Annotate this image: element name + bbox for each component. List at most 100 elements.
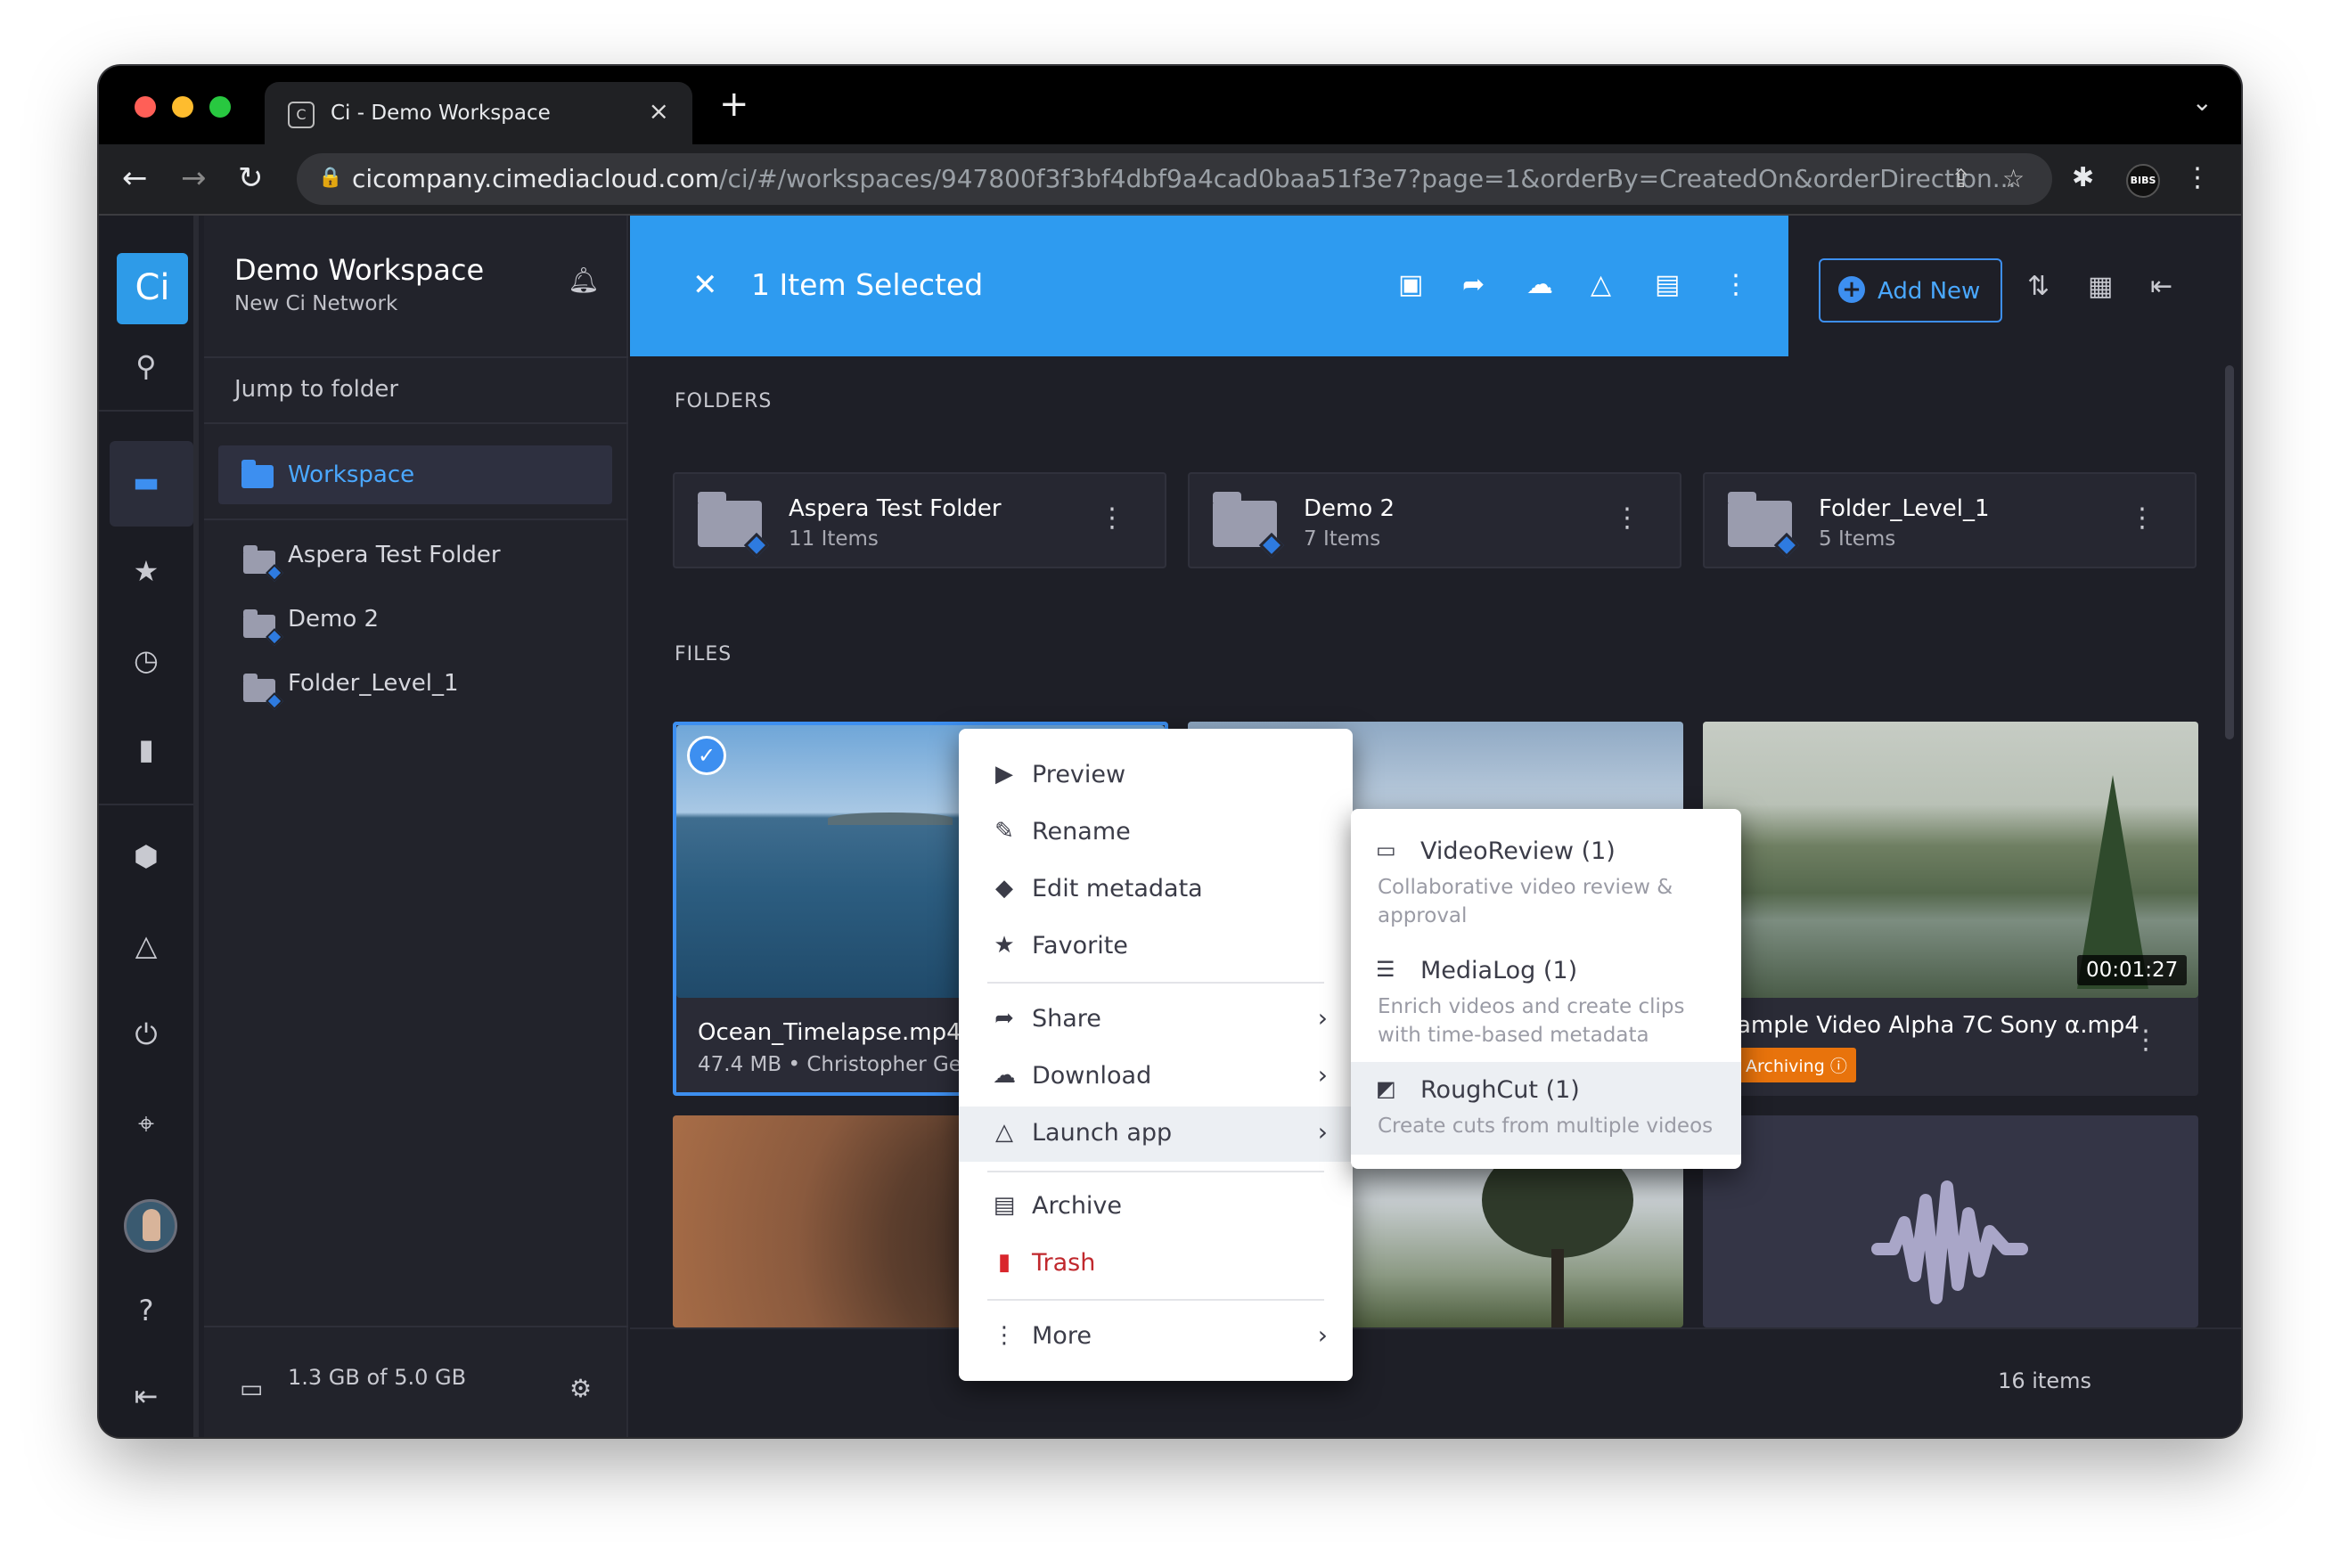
audio-thumbnail[interactable] (1703, 1115, 2198, 1327)
folder-card-demo2[interactable]: Demo 2 7 Items ⋮ (1188, 472, 1681, 568)
search-icon[interactable]: ⚲ (99, 349, 193, 383)
minimize-window-button[interactable] (172, 96, 193, 118)
menu-item-archive[interactable]: ▤ Archive (959, 1180, 1353, 1235)
folder-icon (243, 609, 283, 646)
share-icon[interactable]: ⇪ (1951, 164, 1971, 193)
file-meta: 47.4 MB • Christopher Gen (698, 1053, 975, 1076)
medialog-list-icon: ☰ (1376, 957, 1395, 982)
sidebar-divider (204, 422, 628, 424)
info-icon: ⓘ (1829, 1057, 1847, 1076)
tag-icon: ◆ (995, 875, 1013, 902)
image-icon[interactable]: ▣ (1398, 269, 1423, 300)
plus-icon: + (1838, 276, 1865, 303)
folder-name: Folder_Level_1 (1819, 495, 1990, 522)
nav-rail: Ci ⚲ ▬ ★ ◷ ▮ ⬢ △ ⏻ ⌖ ? ⇤ (99, 216, 199, 1437)
crosshair-icon[interactable]: ⌖ (99, 1107, 193, 1141)
menu-item-rename[interactable]: ✎ Rename (959, 805, 1353, 861)
clock-icon[interactable]: ◷ (99, 643, 193, 677)
launch-app-icon[interactable]: △ (1591, 269, 1611, 300)
ci-logo[interactable]: Ci (117, 253, 188, 324)
menu-item-trash[interactable]: ▮ Trash (959, 1237, 1353, 1292)
collapse-rail-icon[interactable]: ⇤ (99, 1379, 193, 1413)
new-tab-icon[interactable]: + (719, 84, 749, 125)
download-circle-icon[interactable]: ⏻ (99, 1017, 193, 1052)
content-footer: 16 items (630, 1327, 2241, 1437)
menu-item-more[interactable]: ⋮ More › (959, 1310, 1353, 1365)
chevron-down-icon[interactable]: ⌄ (2192, 87, 2213, 117)
forward-arrow-icon[interactable]: → (181, 160, 207, 196)
collapse-panel-icon[interactable]: ⇤ (2150, 271, 2172, 302)
browser-menu-icon[interactable]: ⋮ (2184, 162, 2211, 193)
menu-divider (987, 982, 1324, 984)
menu-item-launch-app[interactable]: △ Launch app › (959, 1107, 1353, 1162)
more-vertical-icon[interactable]: ⋮ (2132, 1025, 2159, 1056)
pencil-icon: ✎ (994, 818, 1014, 845)
menu-item-edit-metadata[interactable]: ◆ Edit metadata (959, 862, 1353, 918)
app-medialog[interactable]: ☰ MediaLog (1) Enrich videos and create … (1351, 946, 1741, 1058)
file-card-sony[interactable]: 00:01:27 ample Video Alpha 7C Sony α.mp4… (1703, 722, 2198, 1096)
sidebar-folder-level1[interactable]: Folder_Level_1 (288, 670, 459, 697)
back-arrow-icon[interactable]: ← (122, 160, 148, 196)
gear-icon[interactable]: ⚙ (569, 1374, 592, 1403)
sidebar-folder-aspera[interactable]: Aspera Test Folder (288, 542, 501, 568)
close-selection-icon[interactable]: ✕ (692, 267, 718, 303)
more-vertical-icon[interactable]: ⋮ (2129, 502, 2156, 534)
scrollbar[interactable] (2225, 365, 2234, 739)
cloud-download-icon[interactable]: ☁ (1526, 269, 1553, 300)
item-count: 16 items (1998, 1368, 2091, 1393)
apps-triangle-icon[interactable]: △ (99, 928, 193, 962)
folder-count: 11 Items (789, 527, 879, 551)
video-review-icon: ▭ (1376, 837, 1396, 862)
trash-icon[interactable]: ▮ (99, 732, 193, 766)
cloud-download-icon: ☁ (993, 1062, 1016, 1089)
user-avatar[interactable] (124, 1199, 177, 1253)
folder-card-level1[interactable]: Folder_Level_1 5 Items ⋮ (1703, 472, 2197, 568)
more-vertical-icon[interactable]: ⋮ (1614, 502, 1640, 534)
menu-divider (987, 1299, 1324, 1301)
sidebar-folder-demo2[interactable]: Demo 2 (288, 606, 379, 633)
video-duration: 00:01:27 (2077, 955, 2188, 985)
app-videoreview[interactable]: ▭ VideoReview (1) Collaborative video re… (1351, 827, 1741, 939)
folder-card-aspera[interactable]: Aspera Test Folder 11 Items ⋮ (673, 472, 1166, 568)
folder-icon[interactable]: ▬ (99, 465, 193, 499)
share-arrow-icon: ➦ (994, 1005, 1014, 1032)
menu-item-preview[interactable]: ▶ Preview (959, 748, 1353, 804)
close-window-button[interactable] (135, 96, 156, 118)
help-icon[interactable]: ? (99, 1294, 193, 1327)
selected-checkmark-icon[interactable]: ✓ (687, 736, 726, 775)
folder-name: Aspera Test Folder (789, 495, 1002, 522)
url-bar[interactable]: 🔒 cicompany.cimediacloud.com/ci/#/worksp… (297, 153, 2052, 205)
sidebar-item-workspace[interactable]: Workspace (218, 445, 612, 504)
profile-avatar[interactable]: BIBS (2126, 164, 2160, 198)
share-arrow-icon[interactable]: ➦ (1462, 269, 1485, 300)
archive-icon[interactable]: ▤ (1655, 269, 1680, 300)
bell-icon[interactable]: 🔔︎ (568, 265, 600, 295)
lock-icon: 🔒 (318, 167, 343, 189)
menu-item-download[interactable]: ☁ Download › (959, 1049, 1353, 1105)
reload-icon[interactable]: ↻ (238, 160, 264, 196)
tab-strip: C Ci - Demo Workspace × + ⌄ (99, 66, 2241, 144)
close-tab-icon[interactable]: × (649, 96, 669, 126)
network-name: New Ci Network (234, 292, 398, 315)
jump-to-folder[interactable]: Jump to folder (234, 376, 398, 403)
star-icon[interactable]: ★ (99, 554, 193, 588)
sidebar-divider (204, 1326, 628, 1327)
menu-item-share[interactable]: ➦ Share › (959, 992, 1353, 1048)
more-vertical-icon[interactable]: ⋮ (1099, 502, 1125, 534)
menu-item-favorite[interactable]: ★ Favorite (959, 919, 1353, 975)
cube-icon[interactable]: ⬢ (99, 839, 193, 873)
app-roughcut[interactable]: ◩ RoughCut (1) Create cuts from multiple… (1351, 1062, 1741, 1155)
star-bookmark-icon[interactable]: ☆ (2002, 164, 2025, 193)
selection-toolbar: ✕ 1 Item Selected ▣ ➦ ☁ △ ▤ ⋮ (630, 216, 1788, 356)
more-vertical-icon[interactable]: ⋮ (1722, 269, 1749, 300)
sort-icon[interactable]: ⇅ (2027, 271, 2050, 302)
extensions-puzzle-icon[interactable]: ✱ (2072, 162, 2094, 193)
address-bar-row: ← → ↻ 🔒 cicompany.cimediacloud.com/ci/#/… (99, 144, 2241, 216)
maximize-window-button[interactable] (209, 96, 231, 118)
browser-tab[interactable]: C Ci - Demo Workspace × (265, 82, 692, 144)
audio-waveform-icon (1871, 1180, 2028, 1304)
chevron-right-icon: › (1317, 1320, 1328, 1350)
grid-view-icon[interactable]: ▦ (2088, 271, 2113, 302)
rail-divider (99, 410, 193, 412)
add-new-button[interactable]: + Add New (1819, 258, 2002, 323)
